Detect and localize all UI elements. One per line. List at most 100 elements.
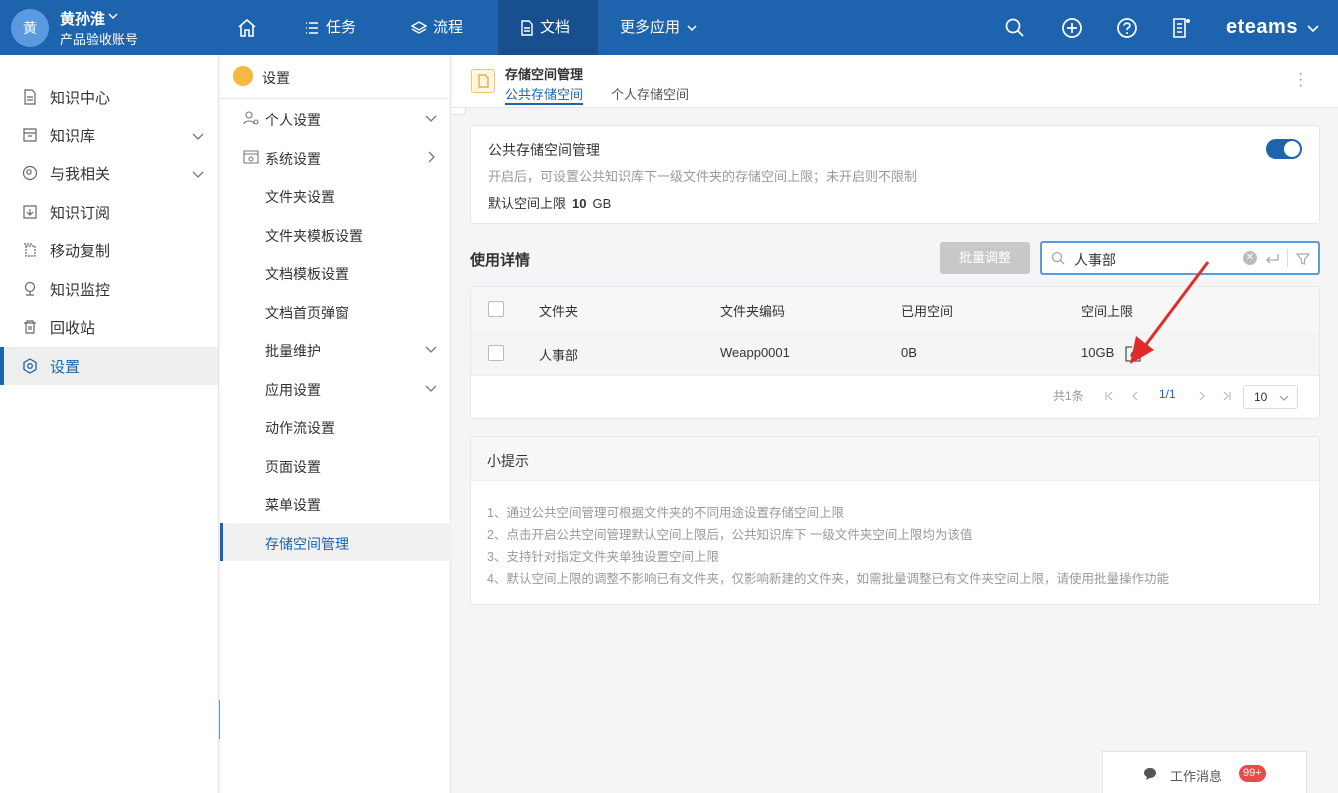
subnav-label: 批量维护: [265, 341, 321, 361]
tab-public-storage[interactable]: 公共存储空间: [505, 84, 583, 103]
subscribe-icon: [22, 204, 38, 220]
batch-adjust-button[interactable]: 批量调整: [940, 242, 1030, 274]
leftnav-label: 设置: [50, 356, 80, 377]
box-icon: [22, 127, 38, 143]
work-messages[interactable]: 工作消息 99+: [1102, 751, 1307, 793]
col-folder[interactable]: 文件夹: [539, 301, 578, 320]
subnav-item-system[interactable]: 系统设置: [220, 138, 451, 176]
leftnav-label: 与我相关: [50, 163, 110, 184]
default-limit-value: 10: [572, 196, 586, 211]
annotation-arrow: [1120, 258, 1220, 368]
row-checkbox[interactable]: [488, 345, 504, 361]
leftnav-item-subscribe[interactable]: 知识订阅: [0, 193, 218, 231]
message-count-badge: 99+: [1239, 765, 1266, 782]
cell-folder: 人事部: [539, 345, 578, 364]
leftnav-item-monitor[interactable]: 知识监控: [0, 270, 218, 308]
subnav-item-folder[interactable]: 文件夹设置: [220, 176, 451, 214]
search-icon[interactable]: [1004, 17, 1026, 39]
filter-icon[interactable]: [1295, 251, 1311, 267]
col-used[interactable]: 已用空间: [901, 301, 953, 320]
help-icon[interactable]: [1116, 17, 1138, 39]
nav-more-label: 更多应用: [620, 0, 680, 55]
subnav-item-doc-template[interactable]: 文档模板设置: [220, 253, 451, 291]
chevron-right-icon[interactable]: [424, 150, 438, 164]
chevron-down-icon[interactable]: [424, 342, 438, 356]
add-icon[interactable]: [1061, 17, 1083, 39]
pagination-current: 1/1: [1159, 387, 1176, 401]
cell-code: Weapp0001: [720, 345, 790, 360]
usage-title: 使用详情: [470, 249, 530, 270]
subnav-item-folder-template[interactable]: 文件夹模板设置: [220, 215, 451, 253]
settings-icon: [22, 358, 38, 374]
user-name[interactable]: 黄孙淮: [60, 8, 105, 29]
subnav-item-actionflow[interactable]: 动作流设置: [220, 407, 451, 445]
default-limit-label: 默认空间上限: [488, 196, 566, 211]
subnav-item-doc-popup[interactable]: 文档首页弹窗: [220, 292, 451, 330]
last-page-icon[interactable]: [1221, 390, 1233, 402]
monitor-icon: [22, 281, 38, 297]
nav-more-apps[interactable]: 更多应用: [620, 0, 698, 55]
tab-personal-storage[interactable]: 个人存储空间: [611, 84, 689, 103]
tip-item: 2、点击开启公共空间管理默认空间上限后，公共知识库下 一级文件夹空间上限均为该值: [487, 524, 972, 543]
nav-tasks[interactable]: 任务: [304, 0, 356, 55]
subnav-label: 文件夹模板设置: [265, 226, 363, 246]
subnav-item-page[interactable]: 页面设置: [220, 446, 451, 484]
more-options-icon[interactable]: ···: [1298, 71, 1303, 89]
subnav-item-storage[interactable]: 存储空间管理: [220, 523, 451, 561]
leftnav-item-move-copy[interactable]: 移动复制: [0, 231, 218, 269]
nav-docs[interactable]: 文档: [498, 0, 598, 55]
nav-home[interactable]: [236, 0, 262, 55]
select-all-checkbox[interactable]: [488, 301, 504, 317]
chevron-down-icon[interactable]: [107, 10, 119, 22]
leftnav-item-related[interactable]: 与我相关: [0, 154, 218, 192]
first-page-icon[interactable]: [1103, 390, 1115, 402]
subnav-item-personal[interactable]: 个人设置: [220, 99, 451, 137]
trash-icon: [22, 319, 38, 335]
subnav-item-app[interactable]: 应用设置: [220, 369, 451, 407]
chevron-down-icon[interactable]: [424, 111, 438, 125]
chevron-down-icon[interactable]: [424, 381, 438, 395]
public-storage-title: 公共存储空间管理: [488, 140, 600, 160]
leftnav-label: 知识监控: [50, 279, 110, 300]
copy-icon: [22, 242, 38, 258]
subnav-label: 文档首页弹窗: [265, 303, 349, 323]
chevron-down-icon[interactable]: [191, 167, 205, 181]
brand-logo[interactable]: eteams: [1226, 16, 1298, 39]
chevron-down-icon[interactable]: [1306, 21, 1320, 35]
settings-nav-header: 设置: [220, 55, 451, 99]
leftnav-item-settings[interactable]: 设置: [0, 347, 218, 385]
leftnav-item-recycle[interactable]: 回收站: [0, 308, 218, 346]
subnav-item-batch[interactable]: 批量维护: [220, 330, 451, 368]
subnav-label: 个人设置: [265, 110, 321, 130]
account-name: 产品验收账号: [60, 29, 138, 48]
document-icon: [22, 89, 38, 105]
clear-icon[interactable]: ✕: [1243, 251, 1257, 265]
notes-icon[interactable]: [1171, 17, 1193, 39]
subnav-label: 文件夹设置: [265, 187, 335, 207]
search-value: 人事部: [1074, 250, 1116, 270]
col-code[interactable]: 文件夹编码: [720, 301, 785, 320]
tip-item: 3、支持针对指定文件夹单独设置空间上限: [487, 546, 719, 565]
public-storage-toggle[interactable]: [1266, 139, 1302, 159]
tips-title: 小提示: [487, 451, 529, 471]
enter-icon[interactable]: [1264, 251, 1280, 267]
page-size-select[interactable]: 10: [1243, 385, 1298, 409]
pagination-total: 共1条: [1053, 387, 1084, 404]
subnav-label: 文档模板设置: [265, 264, 349, 284]
subnav-item-menu[interactable]: 菜单设置: [220, 484, 451, 522]
leftnav-item-knowledge-center[interactable]: 知识中心: [0, 78, 218, 116]
chevron-down-icon[interactable]: [191, 129, 205, 143]
cell-limit: 10GB: [1081, 345, 1114, 360]
public-storage-card: 公共存储空间管理 开启后，可设置公共知识库下一级文件夹的存储空间上限；未开启则不…: [470, 125, 1320, 224]
nav-flow[interactable]: 流程: [411, 0, 463, 55]
next-page-icon[interactable]: [1196, 390, 1208, 402]
public-storage-desc: 开启后，可设置公共知识库下一级文件夹的存储空间上限；未开启则不限制: [488, 166, 917, 185]
subnav-label: 页面设置: [265, 457, 321, 477]
tips-card: 小提示 1、通过公共空间管理可根据文件夹的不同用途设置存储空间上限 2、点击开启…: [470, 436, 1320, 605]
prev-page-icon[interactable]: [1129, 390, 1141, 402]
avatar[interactable]: 黄: [11, 9, 49, 47]
subnav-label: 菜单设置: [265, 495, 321, 515]
cell-used: 0B: [901, 345, 917, 360]
leftnav-label: 知识订阅: [50, 202, 110, 223]
leftnav-item-knowledge-base[interactable]: 知识库: [0, 116, 218, 154]
